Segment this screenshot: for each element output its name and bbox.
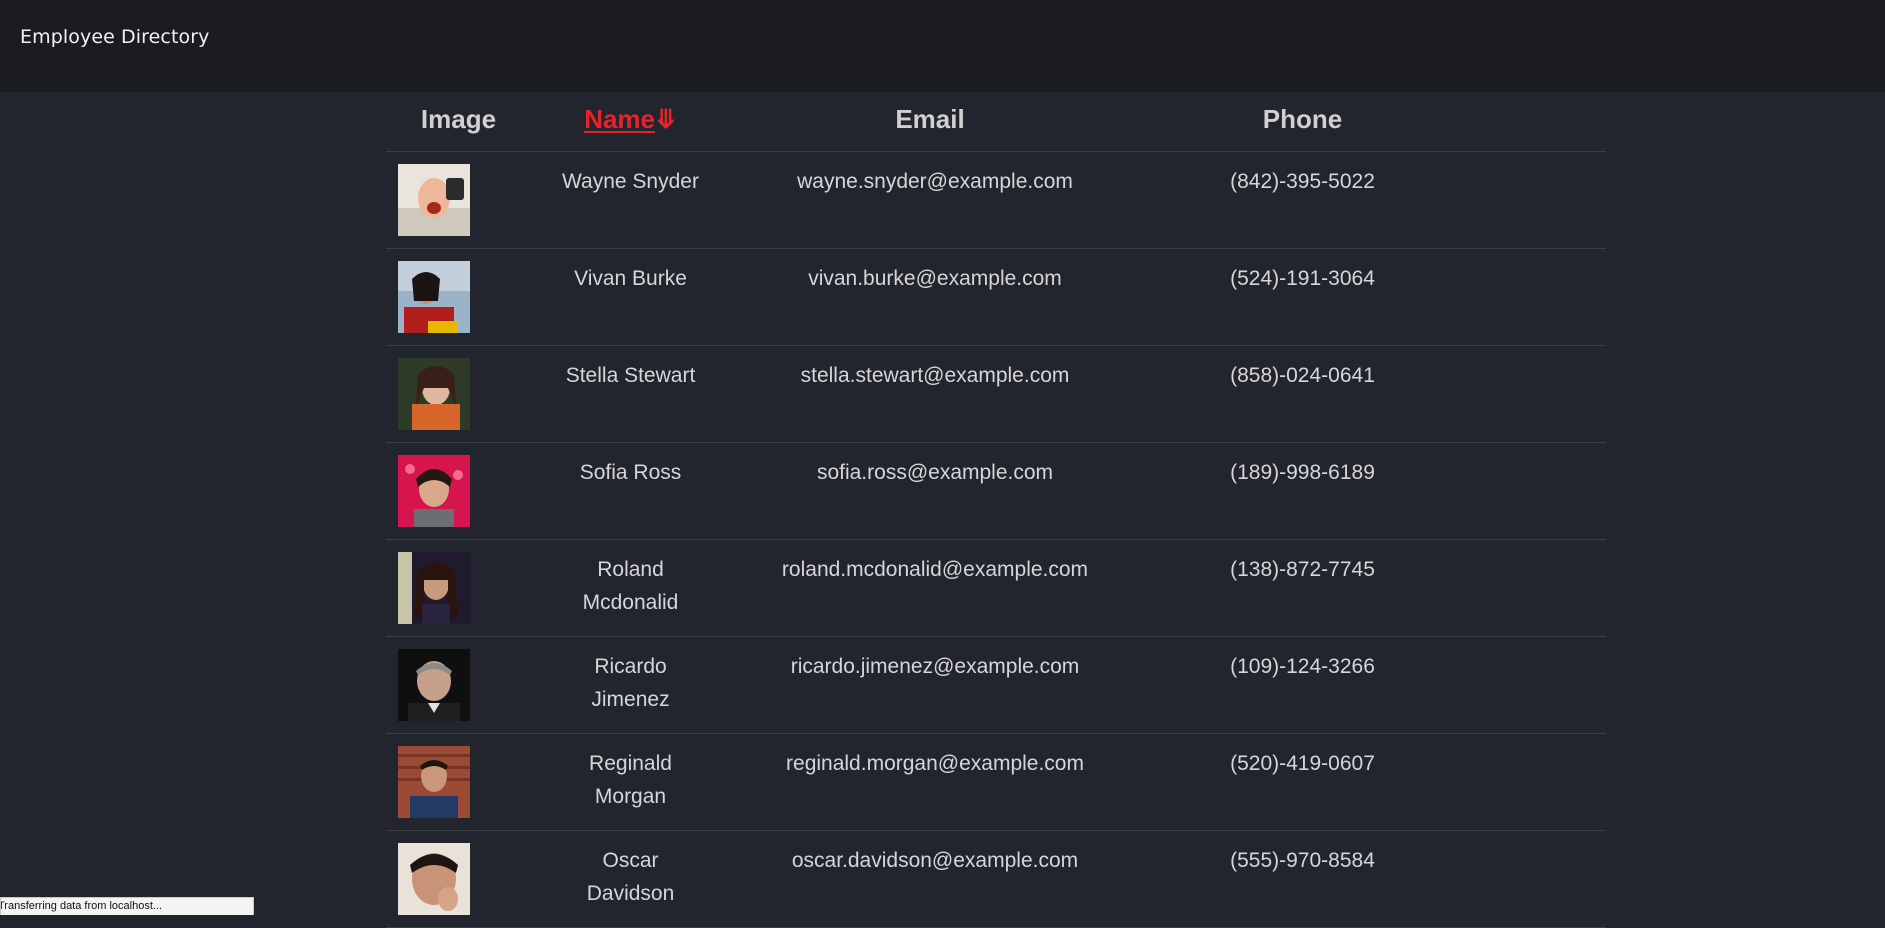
empty-cell [1475, 830, 1606, 928]
table-row: Sofia Ross sofia.ross@example.com (189)-99… [386, 442, 1606, 540]
name-column-header[interactable]: Name⤋ [531, 92, 730, 152]
image-cell [386, 636, 531, 734]
email-cell: wayne.snyder@example.com [730, 151, 1130, 249]
employee-table-container: Image Name⤋ Email Phone Wayne Snyder wayn… [386, 92, 1606, 928]
employee-photo [398, 648, 470, 721]
email-cell: roland.mcdonalid@example.com [730, 539, 1130, 637]
phone-cell: (520)-419-0607 [1130, 733, 1475, 831]
name-cell: Wayne Snyder [531, 151, 730, 249]
image-cell [386, 248, 531, 346]
name-cell: Ricardo Jimenez [531, 636, 730, 734]
phone-column-header: Phone [1130, 92, 1475, 152]
employee-table: Image Name⤋ Email Phone Wayne Snyder wayn… [386, 92, 1606, 928]
table-header-row: Image Name⤋ Email Phone [386, 92, 1606, 152]
navbar: Employee Directory [0, 0, 1885, 92]
employee-photo [398, 260, 470, 333]
employee-photo [398, 842, 470, 915]
empty-cell [1475, 539, 1606, 637]
image-column-header: Image [386, 92, 531, 152]
phone-cell: (109)-124-3266 [1130, 636, 1475, 734]
table-row: Wayne Snyder wayne.snyder@example.com (842… [386, 151, 1606, 249]
name-cell: Reginald Morgan [531, 733, 730, 831]
table-row: Stella Stewart stella.stewart@example.com… [386, 345, 1606, 443]
employee-photo [398, 551, 470, 624]
phone-cell: (842)-395-5022 [1130, 151, 1475, 249]
image-cell [386, 151, 531, 249]
phone-cell: (524)-191-3064 [1130, 248, 1475, 346]
name-cell: Stella Stewart [531, 345, 730, 443]
app-title[interactable]: Employee Directory [20, 26, 210, 48]
sort-descending-icon: ⤋ [655, 103, 677, 134]
image-cell [386, 345, 531, 443]
table-row: Reginald Morgan reginald.morgan@example.c… [386, 733, 1606, 831]
image-cell [386, 442, 531, 540]
phone-cell: (555)-970-8584 [1130, 830, 1475, 928]
email-cell: vivan.burke@example.com [730, 248, 1130, 346]
name-header-label: Name [584, 103, 656, 134]
employee-photo [398, 163, 470, 236]
phone-cell: (858)-024-0641 [1130, 345, 1475, 443]
empty-cell [1475, 442, 1606, 540]
empty-column-header [1475, 92, 1606, 152]
empty-cell [1475, 151, 1606, 249]
employee-photo [398, 357, 470, 430]
name-cell: Vivan Burke [531, 248, 730, 346]
email-cell: stella.stewart@example.com [730, 345, 1130, 443]
table-row: Oscar Davidson oscar.davidson@example.com… [386, 830, 1606, 928]
empty-cell [1475, 248, 1606, 346]
email-cell: ricardo.jimenez@example.com [730, 636, 1130, 734]
browser-status-bar: Transferring data from localhost... [0, 897, 254, 915]
email-column-header: Email [730, 92, 1130, 152]
name-cell: Sofia Ross [531, 442, 730, 540]
employee-photo [398, 745, 470, 818]
empty-cell [1475, 345, 1606, 443]
table-row: Roland Mcdonalid roland.mcdonalid@example… [386, 539, 1606, 637]
phone-cell: (189)-998-6189 [1130, 442, 1475, 540]
empty-cell [1475, 733, 1606, 831]
name-cell: Roland Mcdonalid [531, 539, 730, 637]
table-row: Vivan Burke vivan.burke@example.com (524)-… [386, 248, 1606, 346]
email-cell: oscar.davidson@example.com [730, 830, 1130, 928]
phone-cell: (138)-872-7745 [1130, 539, 1475, 637]
image-cell [386, 830, 531, 928]
employee-photo [398, 454, 470, 527]
email-cell: sofia.ross@example.com [730, 442, 1130, 540]
email-cell: reginald.morgan@example.com [730, 733, 1130, 831]
table-row: Ricardo Jimenez ricardo.jimenez@example.c… [386, 636, 1606, 734]
image-cell [386, 733, 531, 831]
name-cell: Oscar Davidson [531, 830, 730, 928]
empty-cell [1475, 636, 1606, 734]
image-cell [386, 539, 531, 637]
